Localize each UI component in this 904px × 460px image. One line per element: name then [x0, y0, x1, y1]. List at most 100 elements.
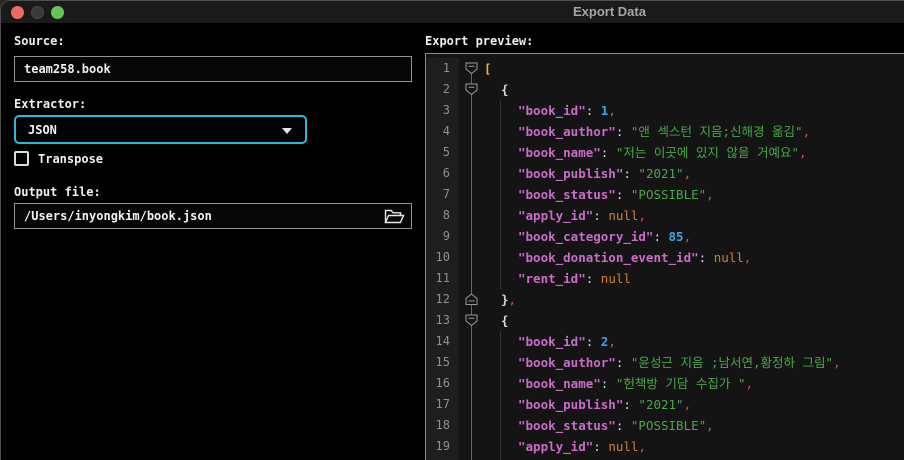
fold-gutter: [459, 373, 484, 394]
extractor-value: JSON: [28, 123, 57, 137]
fold-gutter: [459, 163, 484, 184]
line-number: 7: [426, 184, 459, 205]
export-preview-editor[interactable]: 1[2{3"book_id": 1,4"book_author": "앤 섹스턴…: [425, 53, 904, 460]
code-line: 8 "apply_id": null,: [426, 205, 904, 226]
line-number: 18: [426, 415, 459, 436]
fold-gutter: [459, 268, 484, 289]
code-text: "book_name": "헌책방 기담 수집가 ",: [484, 373, 904, 394]
code-text: "book_id": 2,: [484, 331, 904, 352]
code-line: 9 "book_category_id": 85,: [426, 226, 904, 247]
fold-gutter: [459, 121, 484, 142]
line-number: 1: [426, 58, 459, 79]
transpose-label: Transpose: [38, 152, 103, 166]
code-text: {: [484, 79, 904, 100]
line-number: 2: [426, 79, 459, 100]
fold-gutter[interactable]: [459, 289, 484, 310]
extractor-label: Extractor:: [14, 97, 86, 111]
fold-marker-icon: [465, 62, 478, 75]
extractor-select[interactable]: JSON: [14, 115, 307, 144]
code-line: 19 "apply_id": null,: [426, 436, 904, 457]
source-value: team258.book: [24, 62, 111, 76]
code-line: 14 "book_id": 2,: [426, 331, 904, 352]
fold-gutter: [459, 331, 484, 352]
fold-gutter: [459, 184, 484, 205]
code-line: 7 "book_status": "POSSIBLE",: [426, 184, 904, 205]
code-text: "book_publish": "2021",: [484, 394, 904, 415]
line-number: 19: [426, 436, 459, 457]
line-number: 11: [426, 268, 459, 289]
code-text: "rent_id": null: [484, 268, 904, 289]
fold-gutter[interactable]: [459, 310, 484, 331]
code-line: 2{: [426, 79, 904, 100]
line-number: 3: [426, 100, 459, 121]
line-number: 15: [426, 352, 459, 373]
code-text: "book_author": "윤성근 지음 ;남서연,황정하 그림",: [484, 352, 904, 373]
fold-gutter: [459, 247, 484, 268]
code-line: 11 "rent_id": null: [426, 268, 904, 289]
chevron-down-icon: [282, 128, 292, 134]
code-line: 6 "book_publish": "2021",: [426, 163, 904, 184]
code-line: 13 {: [426, 310, 904, 331]
code-line: 15 "book_author": "윤성근 지음 ;남서연,황정하 그림",: [426, 352, 904, 373]
line-number: 13: [426, 310, 459, 331]
fold-marker-icon: [465, 83, 478, 96]
code-line: 16 "book_name": "헌책방 기담 수집가 ",: [426, 373, 904, 394]
line-number: 17: [426, 394, 459, 415]
output-file-input[interactable]: /Users/inyongkim/book.json: [14, 203, 412, 229]
line-number: 9: [426, 226, 459, 247]
line-number: 10: [426, 247, 459, 268]
code-text: "apply_id": null,: [484, 205, 904, 226]
code-line: 18 "book_status": "POSSIBLE",: [426, 415, 904, 436]
fold-gutter: [459, 142, 484, 163]
line-number: 14: [426, 331, 459, 352]
code-text: "book_status": "POSSIBLE",: [484, 184, 904, 205]
folder-icon: [384, 212, 405, 227]
line-number: 5: [426, 142, 459, 163]
output-file-value: /Users/inyongkim/book.json: [24, 209, 212, 223]
fold-gutter: [459, 100, 484, 121]
minimize-button[interactable]: [31, 6, 44, 19]
code-line: 17 "book_publish": "2021",: [426, 394, 904, 415]
code-text: },: [484, 289, 904, 310]
source-label: Source:: [14, 34, 65, 48]
code-line: 4 "book_author": "앤 섹스턴 지음;신해경 옮김",: [426, 121, 904, 142]
fold-gutter: [459, 394, 484, 415]
export-preview-label: Export preview:: [425, 34, 533, 48]
code-lines: 1[2{3"book_id": 1,4"book_author": "앤 섹스턴…: [426, 58, 904, 460]
code-line: 5"book_name": "저는 이곳에 있지 않을 거예요",: [426, 142, 904, 163]
fold-gutter: [459, 205, 484, 226]
fold-gutter: [459, 436, 484, 457]
code-text: "book_donation_event_id": null,: [484, 247, 904, 268]
code-text: "book_id": 1,: [484, 100, 904, 121]
browse-folder-button[interactable]: [383, 209, 405, 225]
source-input[interactable]: team258.book: [14, 56, 412, 82]
code-text: {: [484, 310, 904, 331]
zoom-button[interactable]: [51, 6, 64, 19]
fold-gutter[interactable]: [459, 79, 484, 100]
fold-marker-icon: [465, 314, 478, 327]
transpose-checkbox[interactable]: [14, 151, 29, 166]
code-text: [: [484, 58, 904, 79]
fold-gutter: [459, 352, 484, 373]
fold-gutter: [459, 415, 484, 436]
code-text: "book_publish": "2021",: [484, 163, 904, 184]
line-number: 6: [426, 163, 459, 184]
line-number: 8: [426, 205, 459, 226]
code-text: "book_category_id": 85,: [484, 226, 904, 247]
fold-gutter: [459, 226, 484, 247]
code-text: "apply_id": null,: [484, 436, 904, 457]
fold-marker-icon: [465, 293, 478, 306]
close-button[interactable]: [11, 6, 24, 19]
code-text: "book_author": "앤 섹스턴 지음;신해경 옮김",: [484, 121, 904, 142]
line-number: 12: [426, 289, 459, 310]
title-bar[interactable]: Export Data: [1, 1, 904, 23]
code-line: 3 "book_id": 1,: [426, 100, 904, 121]
code-line: 12},: [426, 289, 904, 310]
fold-gutter[interactable]: [459, 58, 484, 79]
code-line: 1[: [426, 58, 904, 79]
output-file-label: Output file:: [14, 185, 101, 199]
line-number: 16: [426, 373, 459, 394]
code-text: "book_status": "POSSIBLE",: [484, 415, 904, 436]
line-number: 4: [426, 121, 459, 142]
export-data-dialog: Export Data Source: team258.book Extract…: [0, 0, 904, 460]
